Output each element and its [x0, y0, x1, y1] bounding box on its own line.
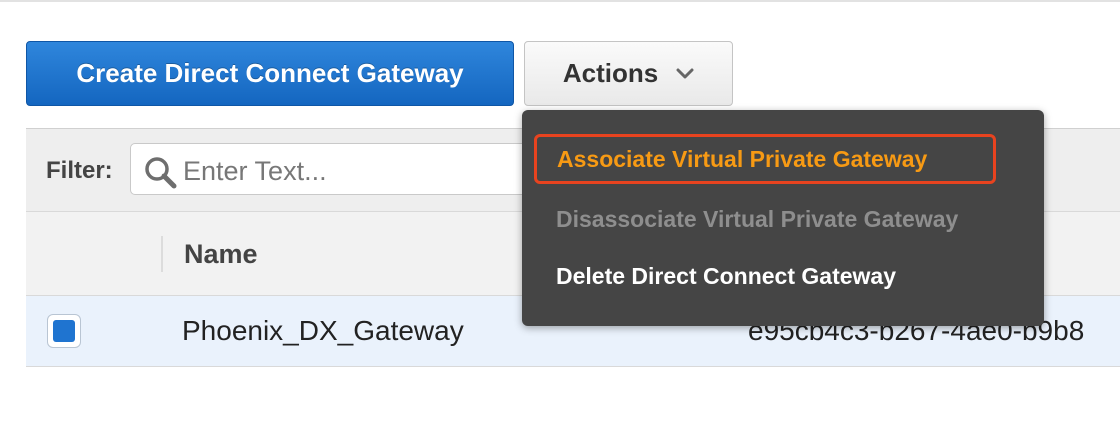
menu-item-label: Disassociate Virtual Private Gateway [556, 206, 959, 232]
actions-button-label: Actions [562, 58, 659, 88]
filter-label: Filter: [46, 157, 113, 184]
column-divider [161, 236, 163, 272]
actions-dropdown-button[interactable]: Actions [524, 41, 733, 106]
filter-placeholder: Enter Text... [183, 156, 327, 186]
menu-item-associate-virtual-private-gateway[interactable]: Associate Virtual Private Gateway [534, 134, 996, 184]
menu-item-label: Delete Direct Connect Gateway [556, 263, 897, 289]
search-icon [145, 157, 177, 189]
column-header-name: Name [184, 239, 258, 269]
top-divider [0, 0, 1120, 2]
menu-item-label: Associate Virtual Private Gateway [557, 145, 928, 172]
chevron-down-icon [676, 68, 694, 78]
page: Create Direct Connect Gateway Actions Fi… [0, 0, 1120, 442]
checkbox-checked-fill [53, 320, 75, 342]
gateway-name-cell: Phoenix_DX_Gateway [182, 315, 464, 346]
filter-search-input[interactable]: Enter Text... [130, 143, 530, 195]
menu-item-delete-direct-connect-gateway[interactable]: Delete Direct Connect Gateway [556, 263, 896, 290]
actions-menu: Associate Virtual Private Gateway Disass… [522, 110, 1044, 326]
menu-item-disassociate-virtual-private-gateway: Disassociate Virtual Private Gateway [556, 206, 958, 233]
create-direct-connect-gateway-button[interactable]: Create Direct Connect Gateway [26, 41, 514, 106]
create-button-label: Create Direct Connect Gateway [76, 58, 464, 88]
row-checkbox[interactable] [47, 314, 81, 348]
